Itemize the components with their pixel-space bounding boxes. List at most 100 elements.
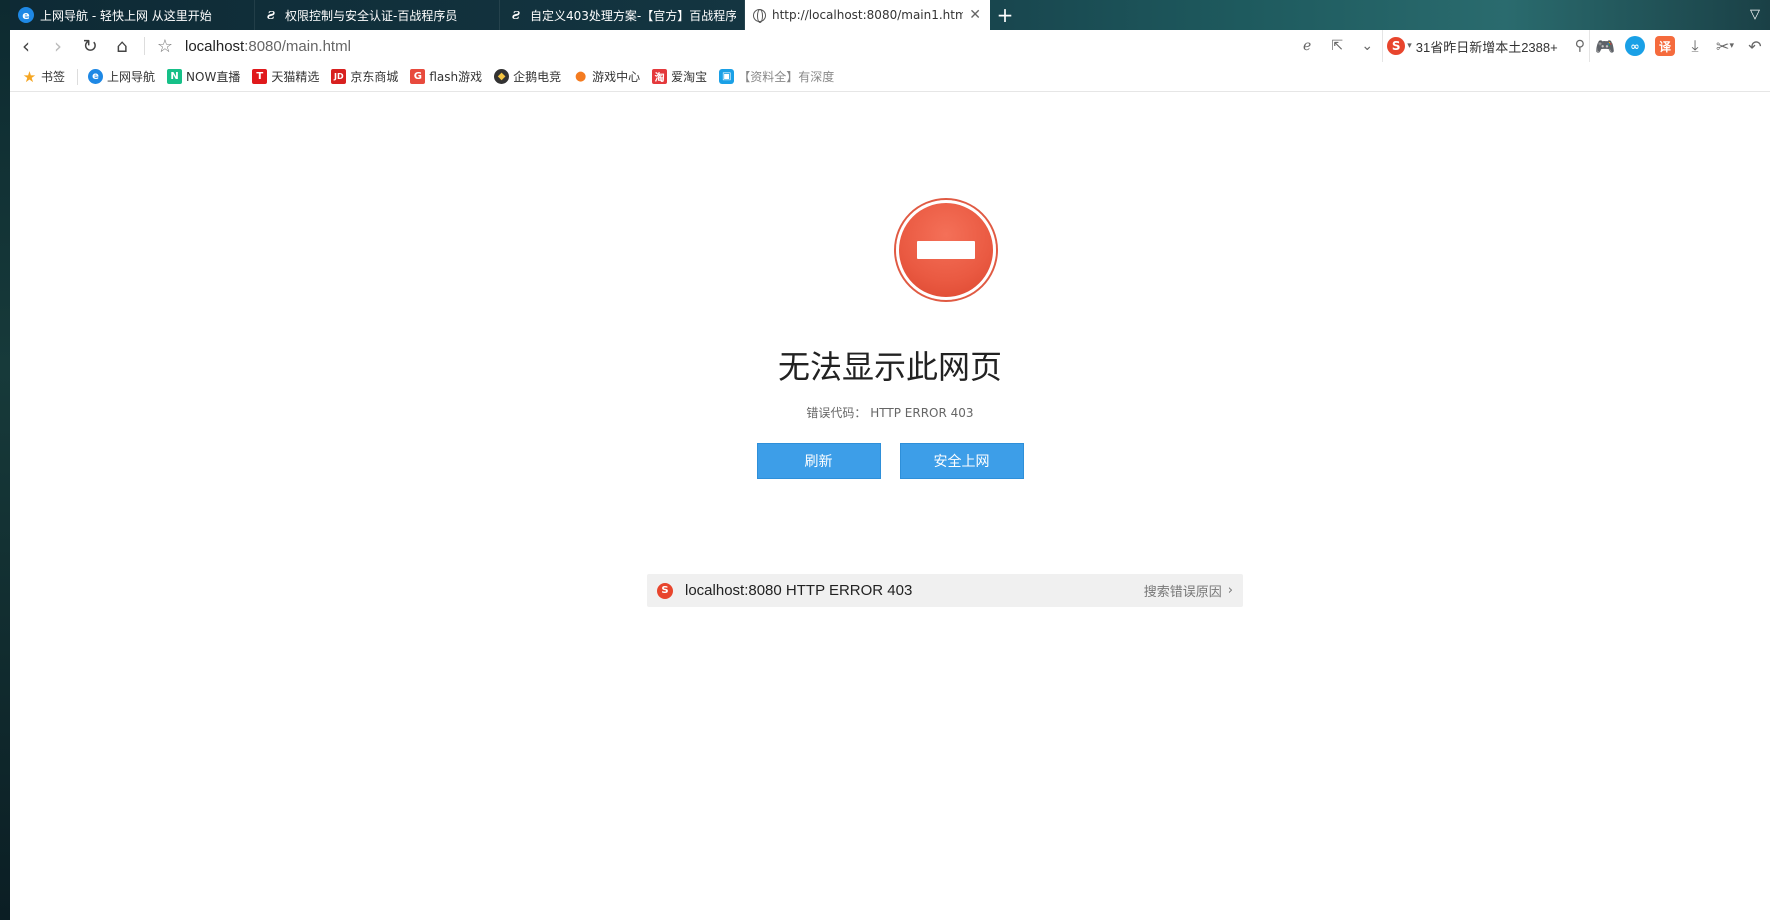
forward-button[interactable]: › [42, 30, 74, 62]
tab-title: 自定义403处理方案-【官方】百战程序员 [530, 8, 736, 23]
search-engine-dropdown-icon[interactable]: ▾ [1407, 41, 1412, 51]
ie-compat-icon: ℯ [1303, 38, 1312, 54]
bookmark-item[interactable]: T 天猫精选 [252, 68, 319, 85]
share-button[interactable]: ⇱ [1322, 30, 1352, 62]
tab-title: 上网导航 - 轻快上网 从这里开始 [40, 8, 212, 23]
bookmark-item[interactable]: 淘 爱淘宝 [652, 68, 707, 85]
bookmark-label: 上网导航 [107, 70, 156, 84]
chevron-left-icon: ‹ [22, 34, 30, 58]
tmall-icon: T [252, 69, 268, 84]
address-dropdown-button[interactable]: ⌄ [1352, 30, 1382, 62]
back-button[interactable]: ‹ [10, 30, 42, 62]
undo-close-button[interactable]: ↶ [1740, 30, 1770, 62]
search-input[interactable]: 31省昨日新增本土2388+ [1416, 37, 1571, 56]
bookmark-item[interactable]: ◆ 企鹅电竞 [494, 68, 561, 85]
desktop-background [0, 0, 10, 920]
chevron-down-icon: ⌄ [1361, 38, 1374, 54]
ie-icon: e [88, 69, 104, 84]
bookmark-label: 【资料全】有深度 [738, 70, 835, 84]
search-icon[interactable]: ⚲ [1575, 38, 1585, 54]
error-actions: 刷新 安全上网 [10, 443, 1770, 479]
tab-title: http://localhost:8080/main1.html [772, 8, 964, 22]
tab-shangwang-daohang[interactable]: e 上网导航 - 轻快上网 从这里开始 [10, 0, 255, 30]
bookmark-item[interactable]: JD 京东商城 [331, 68, 398, 85]
bilibili-icon: ▣ [719, 69, 735, 84]
download-icon: ⤓ [1691, 36, 1699, 55]
translate-extension-button[interactable]: 译 [1650, 30, 1680, 62]
bookmark-label: NOW直播 [186, 70, 241, 84]
bookmark-item[interactable]: ▣ 【资料全】有深度 [719, 68, 834, 85]
bookmarks-bar: ★ 书签 e 上网导航 N NOW直播 T 天猫精选 JD 京东商城 G fla… [10, 62, 1770, 92]
browser-window: e 上网导航 - 轻快上网 从这里开始 Ƨ 权限控制与安全认证-百战程序员 Ƨ … [10, 0, 1770, 920]
bookmark-folder[interactable]: ★ 书签 [22, 67, 66, 86]
bookmark-label: 书签 [41, 70, 66, 84]
bookmark-label: 天猫精选 [271, 70, 320, 84]
no-entry-bar [917, 241, 975, 259]
navigation-toolbar: ‹ › ↻ ⌂ ☆ localhost:8080/main.html ℯ ⇱ ⌄… [10, 30, 1770, 62]
infinity-icon: ∞ [1625, 36, 1645, 56]
bookmark-label: 企鹅电竞 [513, 70, 562, 84]
error-title: 无法显示此网页 [777, 348, 1002, 386]
suggestion-text: localhost:8080 HTTP ERROR 403 [685, 582, 913, 599]
error-code-label: 错误代码： [806, 406, 867, 420]
bookmark-item[interactable]: N NOW直播 [167, 68, 240, 85]
refresh-button[interactable]: 刷新 [756, 443, 881, 479]
error-code-line: 错误代码： HTTP ERROR 403 [10, 404, 1770, 421]
error-search-suggestion[interactable]: S localhost:8080 HTTP ERROR 403 搜索错误原因 › [647, 574, 1243, 607]
bookmark-item[interactable]: G flash游戏 [410, 68, 482, 85]
chevron-down-icon: ▾ [1729, 41, 1734, 51]
new-tab-button[interactable]: + [990, 0, 1020, 30]
star-outline-icon: ☆ [156, 35, 174, 57]
flash-game-icon: G [410, 69, 426, 84]
tab-quanxian-kongzhi[interactable]: Ƨ 权限控制与安全认证-百战程序员 [255, 0, 500, 30]
search-error-reason-link[interactable]: 搜索错误原因 [1144, 581, 1222, 600]
tab-list-icon[interactable]: ▽ [1746, 5, 1764, 23]
ie-compat-button[interactable]: ℯ [1292, 30, 1322, 62]
chevron-right-icon: › [1227, 583, 1233, 598]
page-content: 无法显示此网页 错误代码： HTTP ERROR 403 刷新 安全上网 S l… [10, 92, 1770, 920]
address-bar[interactable]: localhost:8080/main.html [179, 38, 1179, 55]
share-icon: ⇱ [1331, 38, 1344, 54]
globe-icon [753, 8, 766, 23]
tab-strip: e 上网导航 - 轻快上网 从这里开始 Ƨ 权限控制与安全认证-百战程序员 Ƨ … [10, 0, 1770, 30]
bookmark-item[interactable]: e 上网导航 [88, 68, 155, 85]
close-icon[interactable]: ✕ [969, 7, 981, 23]
baizhan-icon: Ƨ [267, 8, 275, 22]
download-button[interactable]: ⤓ [1680, 30, 1710, 62]
tab-title: 权限控制与安全认证-百战程序员 [285, 8, 458, 23]
tab-zidingyi-403[interactable]: Ƨ 自定义403处理方案-【官方】百战程序员 [500, 0, 745, 30]
home-icon: ⌂ [116, 35, 128, 57]
gamepad-icon: 🎮 [1595, 36, 1615, 56]
jd-icon: JD [331, 69, 347, 84]
bookmark-item[interactable]: ● 游戏中心 [573, 68, 640, 85]
bookmark-label: 京东商城 [350, 70, 399, 84]
translate-icon: 译 [1655, 36, 1675, 56]
address-path: :8080/main.html [244, 37, 351, 55]
reload-icon: ↻ [82, 35, 98, 57]
game-extension-button[interactable]: 🎮 [1590, 30, 1620, 62]
sogou-icon: S [1387, 37, 1406, 55]
undo-icon: ↶ [1748, 36, 1762, 56]
taobao-icon: 淘 [652, 69, 668, 84]
bookmark-star-button[interactable]: ☆ [151, 30, 179, 62]
chevron-right-icon: › [54, 34, 62, 58]
ie-icon: e [18, 7, 34, 23]
bookmark-label: flash游戏 [429, 70, 483, 84]
penguin-esports-icon: ◆ [494, 69, 510, 84]
tab-localhost-main1[interactable]: http://localhost:8080/main1.html ✕ [745, 0, 990, 30]
loop-extension-button[interactable]: ∞ [1620, 30, 1650, 62]
now-icon: N [167, 69, 183, 84]
sogou-icon: S [657, 582, 673, 599]
address-host: localhost [185, 37, 245, 55]
star-icon: ★ [22, 67, 37, 86]
game-center-icon: ● [574, 69, 587, 84]
bookmark-label: 爱淘宝 [671, 70, 708, 84]
search-box[interactable]: S ▾ 31省昨日新增本土2388+ ⚲ [1382, 30, 1590, 62]
toolbar-divider [144, 37, 145, 55]
screenshot-button[interactable]: ✂ ▾ [1710, 30, 1740, 62]
safe-browsing-button[interactable]: 安全上网 [899, 443, 1024, 479]
scissors-icon: ✂ [1716, 36, 1730, 56]
error-code-value: HTTP ERROR 403 [870, 406, 974, 420]
reload-button[interactable]: ↻ [74, 30, 106, 62]
home-button[interactable]: ⌂ [106, 30, 138, 62]
